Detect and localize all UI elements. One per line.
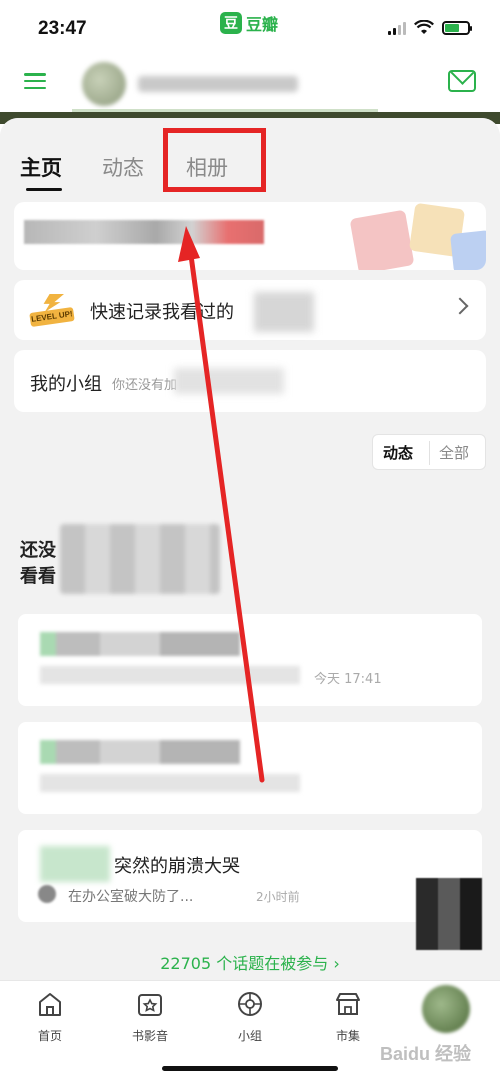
watermark: Baidu 经验 bbox=[380, 1044, 472, 1064]
filter-feed[interactable]: 动态 bbox=[383, 442, 413, 463]
heart-card-icon bbox=[450, 230, 486, 270]
profile-header[interactable] bbox=[72, 62, 378, 112]
status-icons bbox=[388, 20, 472, 36]
empty-state-text: 还没 看看 bbox=[20, 540, 56, 587]
douban-logo-icon: 豆 bbox=[220, 12, 242, 34]
blurred-banner-text bbox=[24, 220, 264, 244]
topic-card[interactable] bbox=[18, 722, 482, 814]
market-icon bbox=[336, 993, 360, 1015]
books-movies-music-icon bbox=[138, 994, 162, 1016]
nav-home[interactable]: 首页 bbox=[10, 989, 90, 1044]
blurred-floating-button[interactable] bbox=[416, 878, 482, 950]
topic-title: 突然的崩溃大哭 bbox=[114, 856, 240, 877]
avatar bbox=[82, 62, 126, 106]
mail-icon[interactable] bbox=[448, 70, 476, 92]
active-tab-indicator bbox=[26, 188, 62, 191]
profile-avatar-tab[interactable] bbox=[422, 985, 470, 1033]
my-groups-row[interactable]: 我的小组 你还没有加 bbox=[14, 350, 486, 412]
heart-card-icon bbox=[349, 209, 415, 270]
topic-excerpt: 在办公室破大防了... bbox=[68, 889, 194, 905]
level-up-icon: LEVEL UP! bbox=[29, 294, 75, 327]
profile-tabs: 主页 动态 相册 bbox=[0, 118, 500, 200]
topic-time: 今天 17:41 bbox=[314, 672, 382, 687]
status-bar: 23:47 豆 豆瓣 bbox=[0, 0, 500, 56]
chevron-right-icon bbox=[451, 297, 469, 315]
filter-all[interactable]: 全部 bbox=[439, 442, 469, 463]
topic-card[interactable]: 突然的崩溃大哭 在办公室破大防了... 2小时前 bbox=[18, 830, 482, 922]
signal-icon bbox=[388, 21, 406, 35]
top-nav bbox=[0, 56, 500, 112]
nav-market[interactable]: 市集 bbox=[308, 989, 388, 1044]
battery-icon bbox=[442, 21, 472, 35]
topic-card[interactable]: 今天 17:41 bbox=[18, 614, 482, 706]
nav-books-movies-music[interactable]: 书影音 bbox=[110, 989, 190, 1044]
quick-record-label: 快速记录我看过的 bbox=[90, 302, 234, 323]
app-name: 豆瓣 bbox=[246, 15, 279, 34]
quick-record-row[interactable]: LEVEL UP! 快速记录我看过的 bbox=[14, 280, 486, 340]
topic-time: 2小时前 bbox=[256, 890, 300, 904]
main-content: 主页 动态 相册 LEVEL UP! 快速记录我看过的 我的小组 你还没有加 动… bbox=[0, 118, 500, 980]
app-badge: 豆 豆瓣 bbox=[220, 11, 278, 35]
feed-filter: 动态 全部 bbox=[372, 434, 486, 470]
promo-banner[interactable] bbox=[14, 202, 486, 270]
status-time: 23:47 bbox=[38, 18, 87, 39]
avatar bbox=[38, 885, 56, 903]
nav-groups[interactable]: 小组 bbox=[210, 989, 290, 1044]
home-indicator bbox=[162, 1066, 338, 1071]
tab-feed[interactable]: 动态 bbox=[102, 152, 144, 182]
wifi-icon bbox=[414, 20, 434, 34]
groups-icon bbox=[238, 992, 262, 1016]
tab-home[interactable]: 主页 bbox=[20, 152, 62, 182]
my-groups-label: 我的小组 bbox=[30, 374, 102, 395]
annotation-highlight-box bbox=[163, 128, 266, 192]
hamburger-menu-icon[interactable] bbox=[24, 70, 46, 92]
home-icon bbox=[39, 993, 61, 1016]
topics-link[interactable]: 22705 个话题在被参与 › bbox=[0, 950, 500, 974]
blurred-username bbox=[138, 76, 298, 92]
my-groups-sub: 你还没有加 bbox=[112, 378, 178, 393]
